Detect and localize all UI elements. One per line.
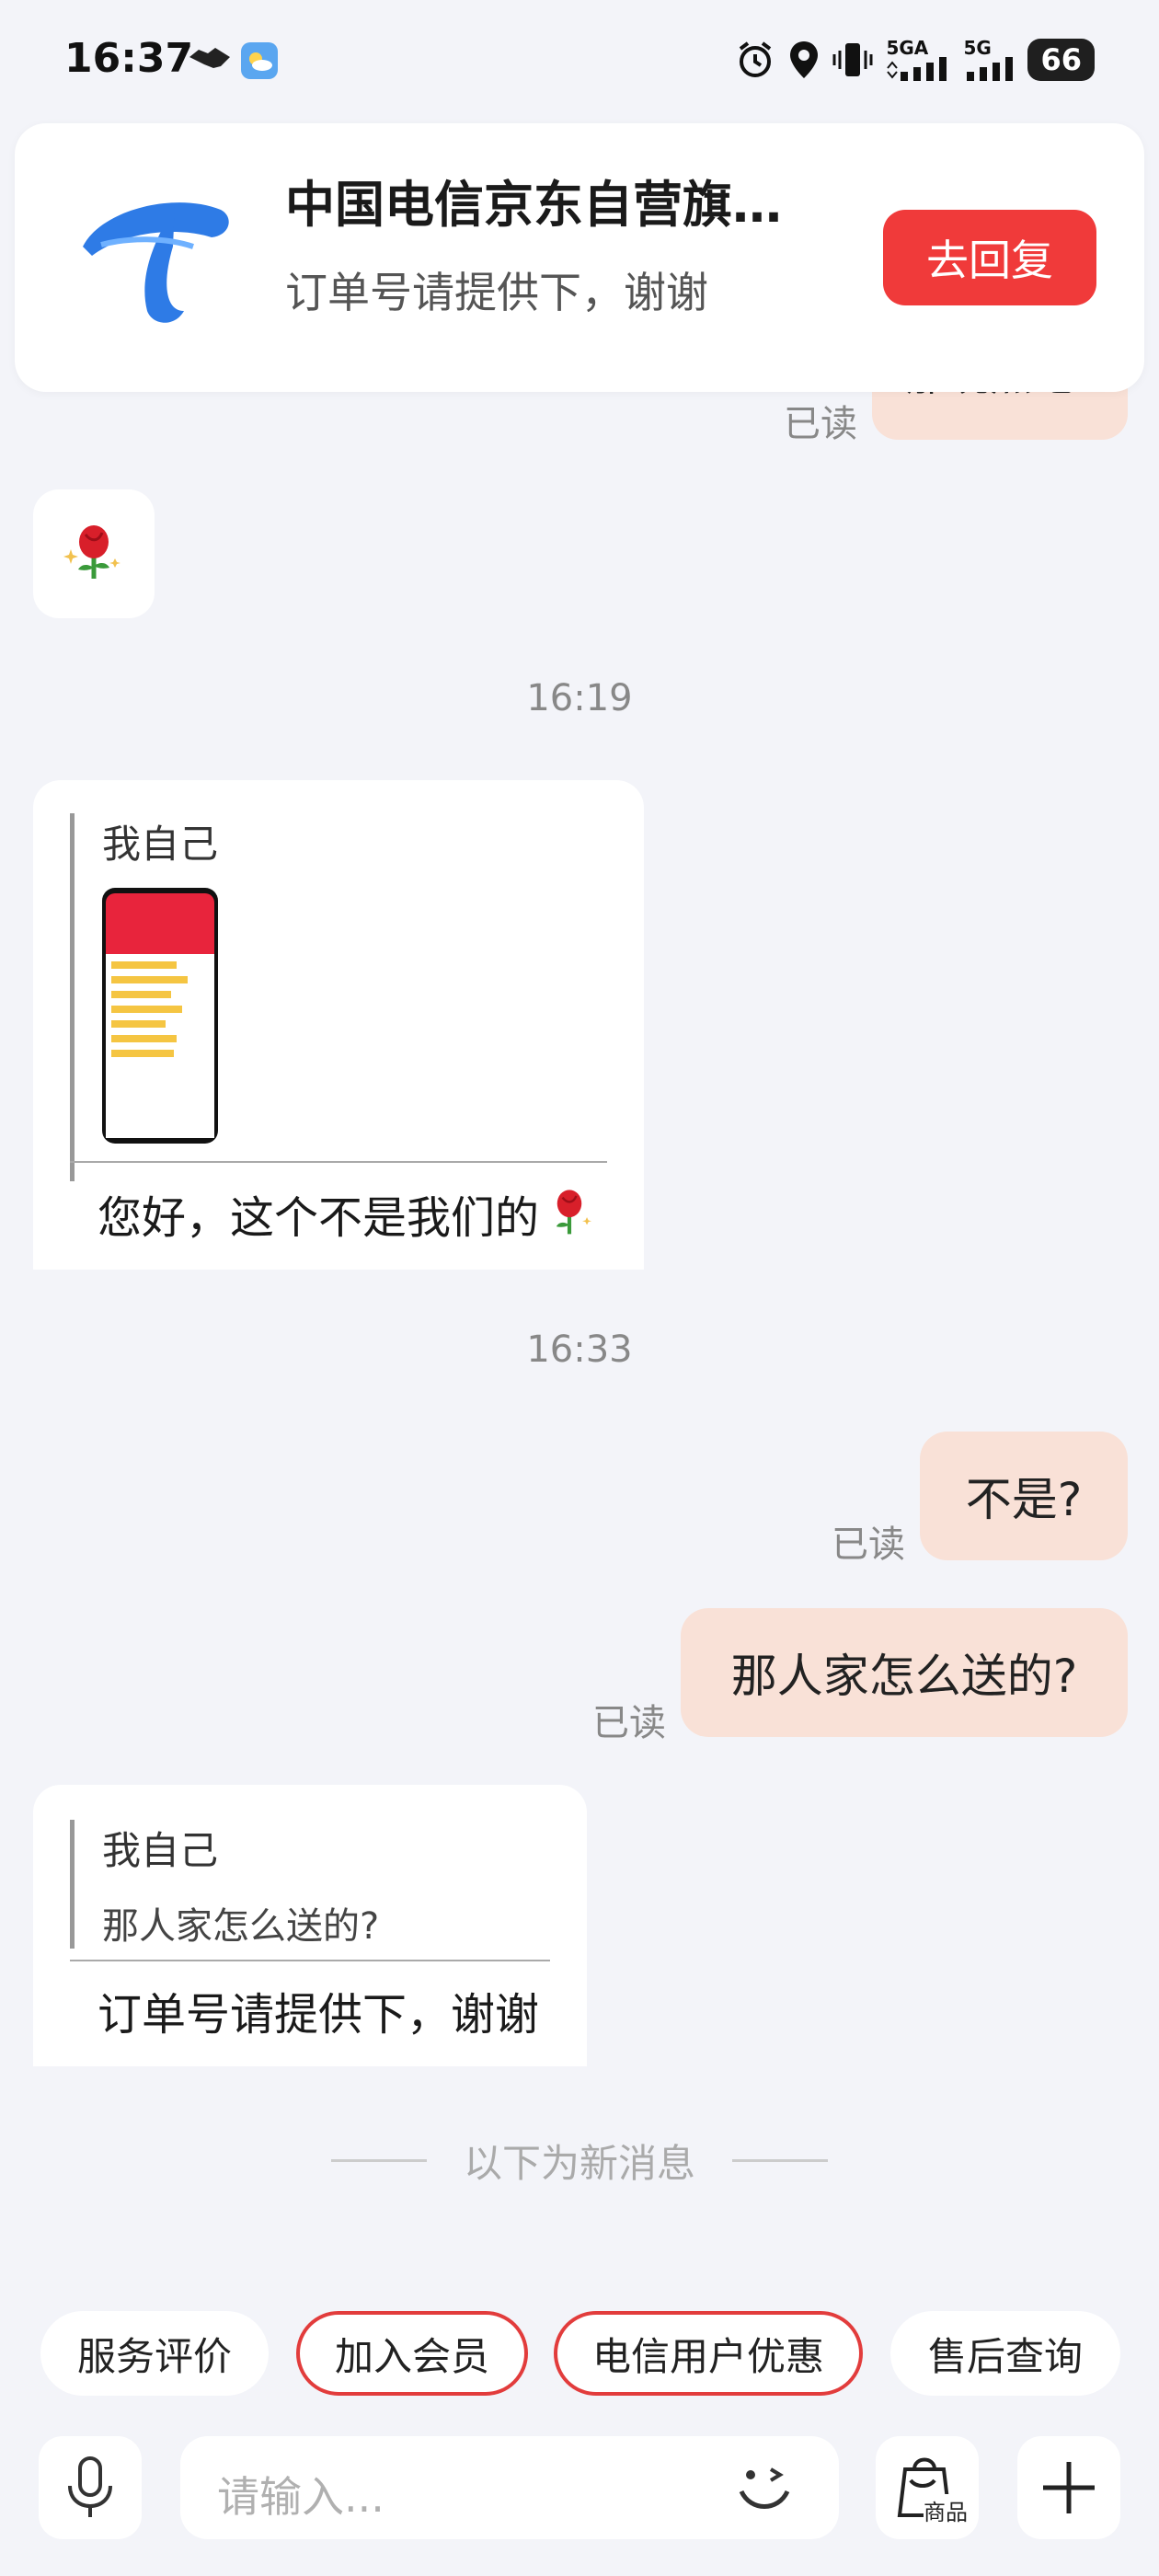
vibrate-icon — [832, 43, 873, 76]
location-icon — [790, 41, 819, 78]
alarm-icon — [740, 41, 772, 77]
read-receipt: 已读 — [592, 1702, 666, 1744]
quoted-text: 那人家怎么送的? — [102, 1905, 380, 1948]
rose-emoji-icon — [63, 525, 120, 579]
china-telecom-logo-icon — [74, 173, 239, 339]
more-button[interactable] — [1017, 2436, 1120, 2539]
notification-message: 订单号请提供下，谢谢 — [285, 268, 708, 317]
status-time: 16:37 — [64, 35, 194, 82]
outgoing-message-bubble[interactable]: 不是? — [920, 1432, 1128, 1560]
signal-1-label: 5GA — [886, 37, 929, 59]
incoming-quoted-message[interactable]: 我自己 那人家怎么送的? 订单号请提供下，谢谢 — [33, 1785, 587, 2066]
outgoing-message-bubble[interactable]: 那人家怎么送的? — [681, 1608, 1128, 1737]
quote-sender: 我自己 — [102, 1828, 219, 1873]
handshake-icon — [188, 40, 232, 81]
timestamp: 16:19 — [526, 677, 633, 719]
quote-divider — [70, 1161, 607, 1163]
quote-sender: 我自己 — [102, 822, 219, 867]
signal-bars-1-icon — [887, 57, 947, 81]
quote-divider — [70, 1960, 550, 1961]
notification-title: 中国电信京东自营旗… — [285, 176, 782, 234]
divider-line — [732, 2159, 828, 2162]
microphone-icon — [68, 2456, 112, 2517]
quote-block[interactable]: 我自己 — [70, 813, 603, 1181]
signal-2-label: 5G — [963, 37, 992, 59]
voice-button[interactable] — [39, 2436, 142, 2539]
emoji-icon[interactable] — [734, 2460, 797, 2515]
product-button[interactable]: 商品 — [876, 2436, 979, 2539]
quote-block[interactable]: 我自己 那人家怎么送的? — [70, 1820, 548, 1949]
go-reply-button[interactable]: 去回复 — [883, 210, 1096, 305]
new-messages-divider: 以下为新消息 — [0, 2133, 1159, 2189]
message-input[interactable]: 请输入... — [180, 2436, 839, 2539]
signal-bars-2-icon — [967, 57, 1014, 81]
battery-indicator: 66 — [1027, 39, 1095, 81]
plus-icon — [1043, 2462, 1095, 2513]
weather-app-icon — [241, 42, 278, 79]
status-icons: 5GA 5G 66 — [735, 39, 1095, 81]
quick-reply-telecom-offers[interactable]: 电信用户优惠 — [554, 2311, 863, 2396]
product-label: 商品 — [924, 2494, 968, 2526]
read-receipt: 已读 — [784, 403, 857, 445]
quick-reply-service-rating[interactable]: 服务评价 — [40, 2311, 269, 2396]
timestamp: 16:33 — [526, 1328, 633, 1371]
incoming-quoted-message[interactable]: 我自己 您好，这个不是我们的 — [33, 780, 644, 1270]
quoted-screenshot-thumbnail[interactable] — [102, 888, 218, 1144]
rose-emoji-icon — [556, 1190, 592, 1235]
input-placeholder: 请输入... — [217, 2472, 384, 2522]
read-receipt: 已读 — [832, 1524, 905, 1566]
new-messages-label: 以下为新消息 — [463, 2141, 695, 2186]
incoming-emoji-message[interactable] — [33, 489, 155, 618]
message-text: 那人家怎么送的? — [730, 1650, 1078, 1703]
message-text: 订单号请提供下，谢谢 — [98, 1989, 540, 2041]
reply-text: 您好，这个不是我们的 — [98, 1192, 540, 1244]
divider-line — [330, 2159, 427, 2162]
message-text: 不是? — [965, 1473, 1083, 1526]
quick-reply-after-sales[interactable]: 售后查询 — [890, 2311, 1120, 2396]
quick-reply-join-membership[interactable]: 加入会员 — [296, 2311, 528, 2396]
message-text: 您好，这个不是我们的 — [98, 1181, 596, 1246]
